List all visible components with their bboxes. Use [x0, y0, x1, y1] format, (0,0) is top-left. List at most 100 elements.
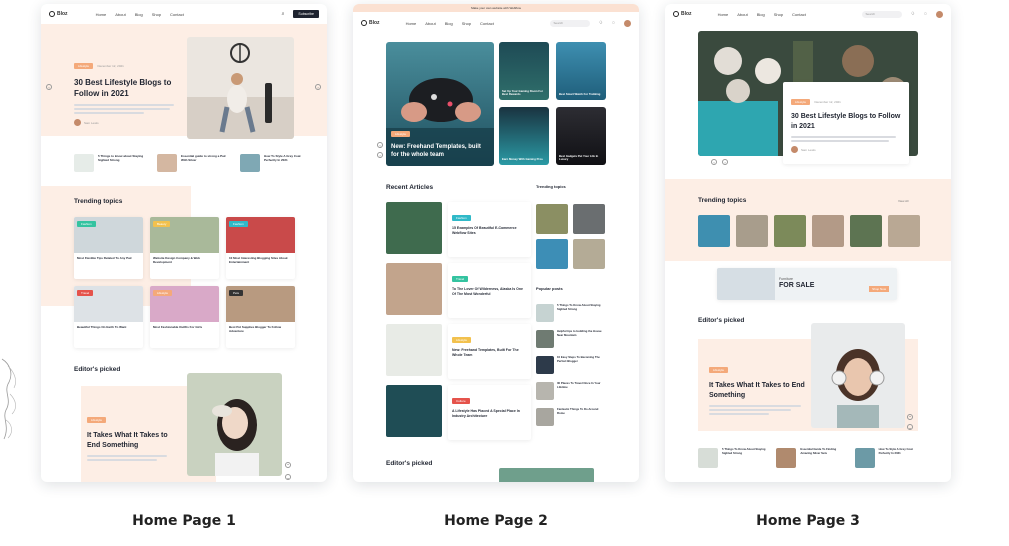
home-page-2-preview[interactable]: Make your own website with Webflow Bloz …	[353, 4, 639, 482]
view-all-link[interactable]: View All	[898, 199, 908, 203]
grid-card[interactable]: Set Up Your Gaming Room For Best Rewards	[499, 42, 549, 100]
hero-tag[interactable]: Lifestyle	[791, 99, 811, 105]
trend-card[interactable]: Beauty Website Design Company & Web Deve…	[150, 217, 219, 279]
editors-image[interactable]	[811, 323, 905, 428]
list-item[interactable]: 5 Things To Know About Staying Sighted S…	[536, 303, 604, 323]
topic-thumb[interactable]	[850, 215, 882, 247]
list-item[interactable]: Essential Guide To Finding Amazing Silve…	[776, 447, 844, 468]
card-tag[interactable]: Fashion	[229, 221, 248, 227]
editors-tag[interactable]: Lifestyle	[87, 417, 107, 423]
hero-tag[interactable]: Lifestyle	[74, 63, 94, 69]
prev-arrow-icon[interactable]: ‹	[377, 142, 383, 148]
nav-contact[interactable]: Contact	[792, 12, 806, 17]
next-arrow-icon[interactable]: ›	[315, 84, 321, 90]
nav-shop[interactable]: Shop	[774, 12, 783, 17]
trend-card[interactable]: Fashion 10 Most Interesting Blogging Sit…	[226, 217, 295, 279]
nav-home[interactable]: Home	[406, 21, 417, 26]
editors-tag[interactable]: Lifestyle	[709, 367, 729, 373]
next-arrow-icon[interactable]: ›	[722, 159, 728, 165]
search-icon[interactable]: ⌕	[282, 11, 285, 17]
nav-contact[interactable]: Contact	[480, 21, 494, 26]
grid-card[interactable]: Earn Money With Gaming Pros	[499, 107, 549, 165]
ad-banner[interactable]: Furniture FOR SALE Shop Now	[717, 268, 897, 300]
nav-about[interactable]: About	[115, 12, 125, 17]
list-item[interactable]: Culture A Lifestyle Has Placed A Special…	[386, 385, 531, 440]
card-tag[interactable]: Fashion	[77, 221, 96, 227]
topic-thumb[interactable]	[536, 239, 568, 269]
list-item[interactable]: 5 Things To Know About Staying Sighted S…	[698, 447, 766, 468]
post-tag[interactable]: Lifestyle	[452, 337, 472, 343]
caption-home-page-2[interactable]: Home Page 2	[353, 513, 639, 529]
list-item[interactable]: Essential guide to strong a Pair With Si…	[157, 154, 230, 172]
prev-arrow-icon[interactable]: ‹	[711, 159, 717, 165]
post-tag[interactable]: Fashion	[452, 215, 471, 221]
logo[interactable]: Bloz	[361, 20, 380, 26]
hero-title[interactable]: 30 Best Lifestyle Blogs to Follow in 202…	[74, 77, 179, 99]
hero-tag[interactable]: Lifestyle	[391, 131, 411, 137]
nav-home[interactable]: Home	[96, 12, 107, 17]
nav-blog[interactable]: Blog	[135, 12, 143, 17]
post-tag[interactable]: Culture	[452, 398, 470, 404]
nav-about[interactable]: About	[737, 12, 747, 17]
card-tag[interactable]: Lifestyle	[153, 290, 173, 296]
subscribe-button[interactable]: Subscribe	[293, 10, 319, 18]
cart-icon[interactable]: ◌	[924, 11, 927, 17]
topic-thumb[interactable]	[812, 215, 844, 247]
list-item[interactable]: 30 Places To Travel Once In Your Lifetim…	[536, 381, 604, 401]
nav-home[interactable]: Home	[718, 12, 729, 17]
editors-image[interactable]	[187, 373, 282, 476]
home-page-3-preview[interactable]: Bloz Home About Blog Shop Contact Search…	[665, 4, 951, 482]
avatar[interactable]	[936, 10, 943, 18]
search-input[interactable]: Search	[861, 10, 902, 18]
topic-thumb[interactable]	[774, 215, 806, 247]
trend-card[interactable]: Pets Best Pet Supplies Blogger To Follow…	[226, 286, 295, 348]
caption-home-page-3[interactable]: Home Page 3	[665, 513, 951, 529]
bell-icon[interactable]: ♢	[911, 11, 915, 17]
nav-blog[interactable]: Blog	[757, 12, 765, 17]
next-arrow-icon[interactable]: ›	[377, 152, 383, 158]
avatar[interactable]	[624, 19, 631, 27]
up-arrow-icon[interactable]: ⌃	[907, 414, 913, 420]
hero-image[interactable]	[187, 37, 294, 139]
card-tag[interactable]: Beauty	[153, 221, 171, 227]
topic-thumb[interactable]	[736, 215, 768, 247]
card-tag[interactable]: Pets	[229, 290, 244, 296]
bell-icon[interactable]: ♢	[599, 20, 603, 26]
topic-thumb[interactable]	[573, 239, 605, 269]
trend-card[interactable]: Travel Beautiful Things On Earth To Want	[74, 286, 143, 348]
nav-shop[interactable]: Shop	[152, 12, 161, 17]
list-item[interactable]: Lifestyle New: Freehand Templates, Built…	[386, 324, 531, 379]
editors-title[interactable]: It Takes What It Takes to End Something	[709, 381, 809, 401]
topic-thumb[interactable]	[573, 204, 605, 234]
ad-button[interactable]: Shop Now	[869, 286, 889, 292]
list-item[interactable]: How To Style A Grey Coat Perfectly In 20…	[854, 447, 923, 468]
hero-title[interactable]: 30 Best Lifestyle Blogs to Follow in 202…	[791, 112, 901, 132]
list-item[interactable]: How To Style A Grey Coat Perfectly In 20…	[240, 154, 313, 172]
cart-icon[interactable]: ◌	[612, 20, 615, 26]
list-item[interactable]: Travel To The Lover Of Wilderness, Alask…	[386, 263, 531, 318]
topic-thumb[interactable]	[536, 204, 568, 234]
topic-thumb[interactable]	[888, 215, 920, 247]
trend-card[interactable]: Lifestyle Most Fashionable Outfits For G…	[150, 286, 219, 348]
editors-image[interactable]	[499, 468, 594, 482]
grid-card[interactable]: Best Smart Watch For Trekking	[556, 42, 606, 100]
list-item[interactable]: Helpful tips to building the House Near …	[536, 329, 604, 349]
prev-arrow-icon[interactable]: ‹	[46, 84, 52, 90]
hero-title[interactable]: New: Freehand Templates, built for the w…	[391, 143, 486, 159]
nav-blog[interactable]: Blog	[445, 21, 453, 26]
post-tag[interactable]: Travel	[452, 276, 469, 282]
grid-card[interactable]: Best Gadgets Put Your Life In Luxury	[556, 107, 606, 165]
nav-shop[interactable]: Shop	[462, 21, 471, 26]
nav-about[interactable]: About	[425, 21, 435, 26]
editors-title[interactable]: It Takes What It Takes to End Something	[87, 431, 177, 451]
list-item[interactable]: Fashion 15 Examples Of Beautiful E-Comme…	[386, 202, 531, 257]
down-arrow-icon[interactable]: ⌄	[907, 424, 913, 430]
up-arrow-icon[interactable]: ⌃	[285, 462, 291, 468]
card-tag[interactable]: Travel	[77, 290, 94, 296]
nav-contact[interactable]: Contact	[170, 12, 184, 17]
list-item[interactable]: 5 Things to know about Staying Sighted S…	[74, 154, 147, 172]
topic-thumb[interactable]	[698, 215, 730, 247]
home-page-1-preview[interactable]: Bloz Home About Blog Shop Contact ⌕ Subs…	[41, 4, 327, 482]
caption-home-page-1[interactable]: Home Page 1	[41, 513, 327, 529]
list-item[interactable]: 10 Easy Steps To Becoming The Perfect Bl…	[536, 355, 604, 375]
